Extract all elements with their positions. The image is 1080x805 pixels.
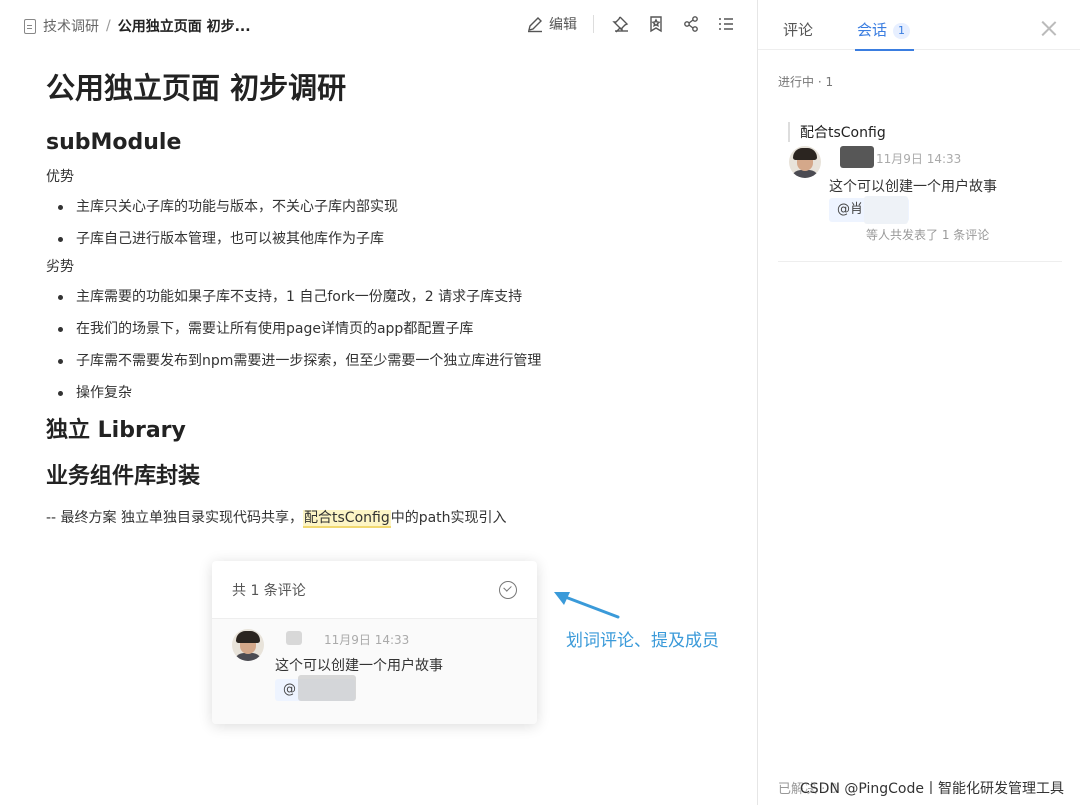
cons-label: 劣势 [46,259,74,275]
list-item: 操作复杂 [46,377,736,409]
popover-header: 共 1 条评论 [212,561,537,619]
resolve-check-icon[interactable] [499,580,517,599]
close-icon[interactable] [1041,21,1056,36]
toolbar-divider [593,15,594,33]
pencil-icon [528,17,542,33]
list-item: 主库需要的功能如果子库不支持，1 自己fork一份魔改，2 请求子库支持 [46,281,736,313]
panel-tabs: 评论 会话 1 [758,0,1080,51]
list-item: 子库自己进行版本管理，也可以被其他库作为子库 [46,223,736,255]
blurred-mention [298,675,356,701]
tab-sessions-count: 1 [893,23,911,39]
bookmark-button[interactable] [647,15,665,33]
toolbar-actions: 编辑 [526,14,735,34]
blurred-username [840,146,874,168]
comment-text: 这个可以创建一个用户故事 [275,658,443,674]
tab-sessions-label: 会话 [857,21,888,39]
outline-list-icon [719,18,733,30]
document-pane: 技术调研 / 公用独立页面 初步... 编辑 公用独立页面 初步调研 subMo… [0,0,757,805]
thread-text: 这个可以创建一个用户故事 [829,179,997,195]
in-progress-status: 进行中 · 1 [778,75,834,89]
edit-button[interactable]: 编辑 [526,14,577,34]
list-item: 子库需不需要发布到npm需要进一步探索，但至少需要一个独立库进行管理 [46,345,736,377]
final-plan-prefix: -- 最终方案 独立单独目录实现代码共享， [46,510,304,526]
pin-button[interactable] [612,15,630,33]
thread-time: 11月9日 14:33 [876,152,962,166]
thread-comment-count: 等人共发表了 1 条评论 [866,228,990,242]
heading-business-components: 业务组件库封装 [46,464,201,489]
breadcrumb: 技术调研 / 公用独立页面 初步... [24,16,251,36]
pin-icon [612,16,629,33]
blurred-mention [864,196,908,224]
comment-time: 11月9日 14:33 [324,633,410,647]
list-item: 在我们的场景下，需要让所有使用page详情页的app都配置子库 [46,313,736,345]
pros-label: 优势 [46,169,74,185]
heading-submodule: subModule [46,130,182,155]
avatar [232,629,264,661]
final-plan-paragraph: -- 最终方案 独立单独目录实现代码共享，配合tsConfig中的path实现引… [46,507,736,529]
annotation-arrow-icon [554,592,620,619]
list-item: 主库只关心子库的功能与版本，不关心子库内部实现 [46,191,736,223]
watermark: CSDN @PingCode丨智能化研发管理工具 [800,781,1064,797]
pros-list: 主库只关心子库的功能与版本，不关心子库内部实现 子库自己进行版本管理，也可以被其… [46,191,736,255]
document-body: 公用独立页面 初步调研 subModule 优势 主库只关心子库的功能与版本，不… [46,66,736,529]
edit-button-label: 编辑 [549,17,577,33]
comment-thread[interactable]: 配合tsConfig 11月9日 14:33 这个可以创建一个用户故事 @肖 等… [778,108,1062,262]
blurred-username [286,631,302,645]
final-plan-suffix: 中的path实现引入 [390,510,507,526]
outline-button[interactable] [717,15,735,33]
breadcrumb-separator: / [106,18,111,34]
comment-popover: 共 1 条评论 11月9日 14:33 这个可以创建一个用户故事 @ [212,561,537,724]
heading-library: 独立 Library [46,418,186,443]
breadcrumb-current: 公用独立页面 初步... [117,19,251,35]
bookmark-icon [650,16,662,33]
document-title: 公用独立页面 初步调研 [46,71,347,105]
document-icon [24,18,36,34]
annotation-caption: 划词评论、提及成员 [566,631,719,651]
avatar [789,146,821,178]
popover-title: 共 1 条评论 [232,582,306,599]
tab-sessions[interactable]: 会话 1 [854,19,915,51]
share-button[interactable] [682,15,700,33]
share-icon [684,16,698,32]
cons-list: 主库需要的功能如果子库不支持，1 自己fork一份魔改，2 请求子库支持 在我们… [46,281,736,409]
breadcrumb-parent[interactable]: 技术调研 [43,16,99,36]
thread-quote: 配合tsConfig [788,122,886,142]
commented-highlight[interactable]: 配合tsConfig [303,510,391,528]
document-toolbar: 技术调研 / 公用独立页面 初步... 编辑 [0,0,757,52]
popover-comment: 11月9日 14:33 这个可以创建一个用户故事 @ [212,619,537,724]
comments-panel: 评论 会话 1 进行中 · 1 配合tsConfig 11月9日 14:33 这个… [757,0,1080,805]
tab-comments[interactable]: 评论 [783,19,813,40]
